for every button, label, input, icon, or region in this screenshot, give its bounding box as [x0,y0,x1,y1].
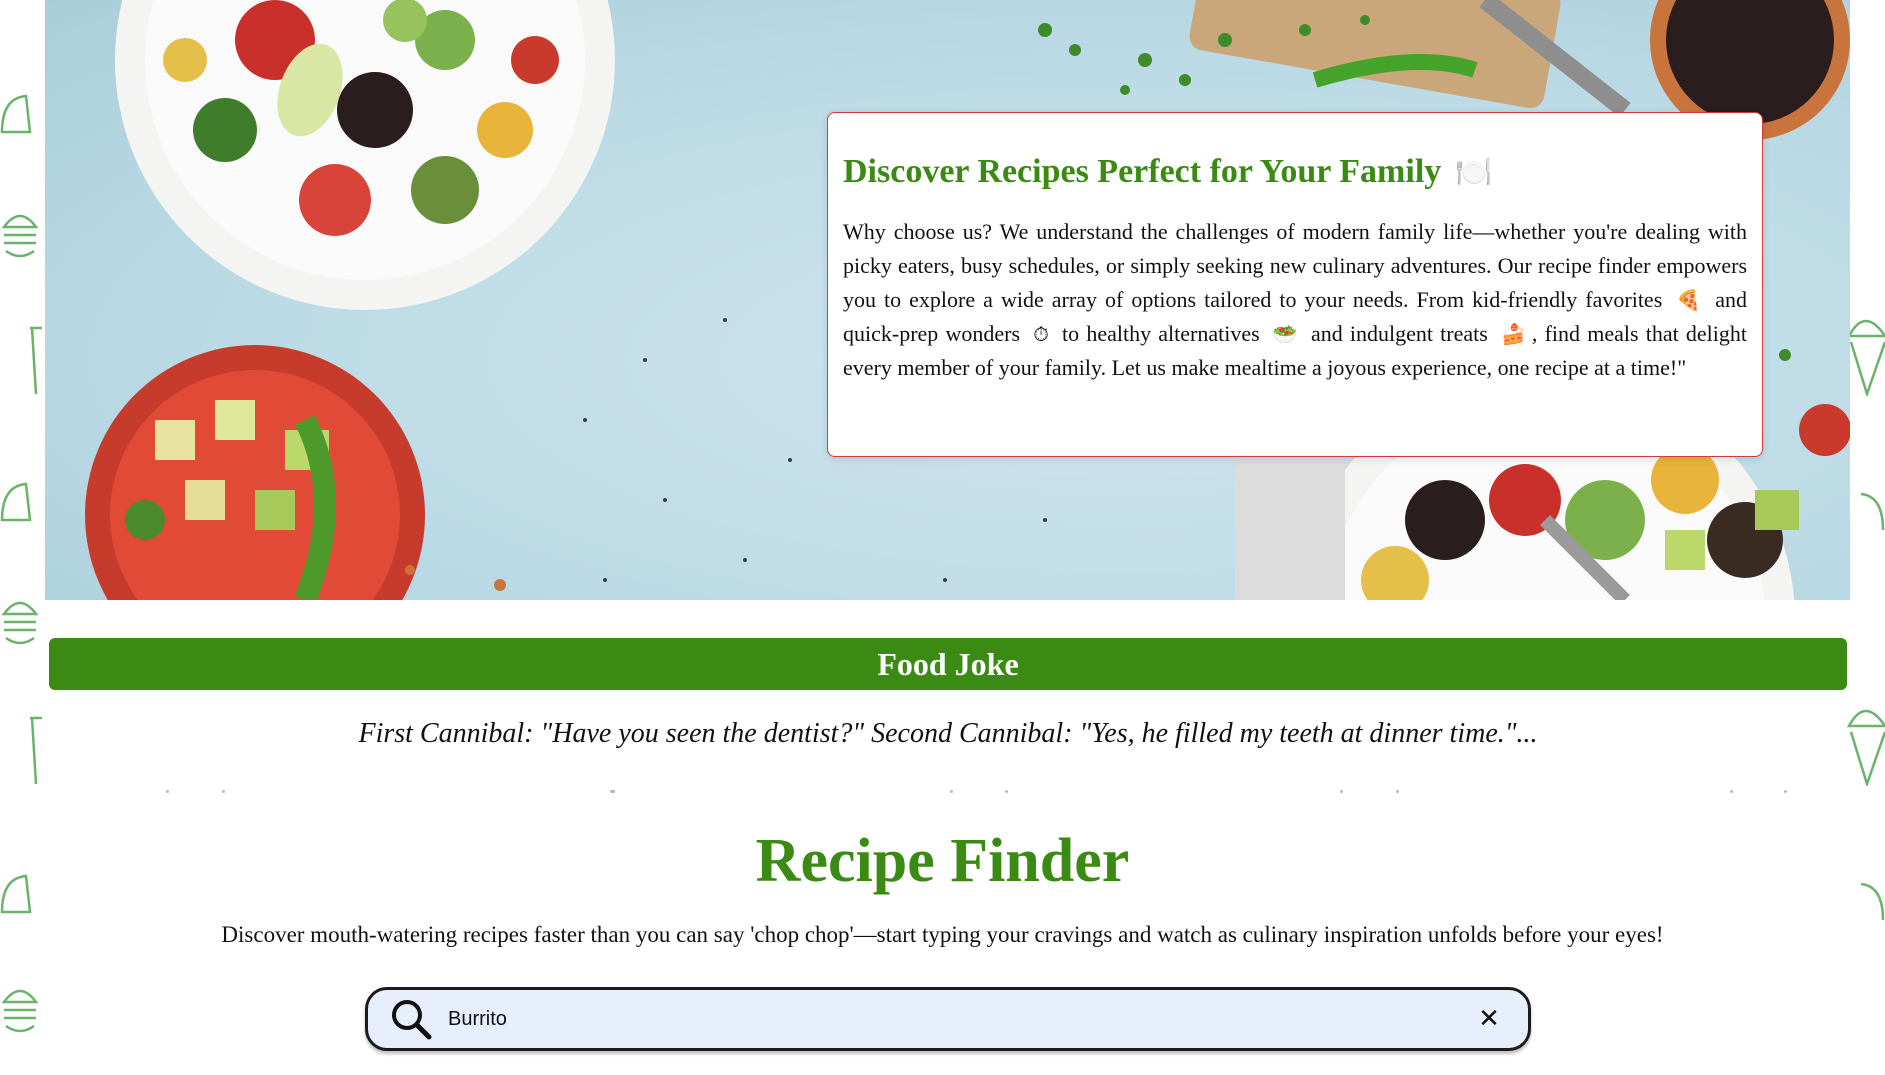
burger-icon [1,601,39,645]
intro-paragraph: Why choose us? We understand the challen… [843,215,1747,385]
salad-icon: 🥗 [1272,322,1298,346]
recipe-finder-title: Recipe Finder [755,827,1130,895]
stopwatch-icon: ⏱ [1033,322,1049,346]
taco-icon [1860,492,1885,531]
divider-dots [160,790,1800,794]
recipe-search-bar: ✕ [365,987,1531,1051]
food-joke-heading: Food Joke [877,645,1019,682]
cake-icon: 🍰 [1501,322,1526,346]
recipe-search-input[interactable] [448,990,1474,1048]
intro-title-text: Discover Recipes Perfect for Your Family [843,153,1442,190]
taco-icon [0,482,32,522]
ice-cream-icon [1846,319,1885,396]
intro-text-part: to healthy alternatives [1062,321,1260,346]
food-joke-text: First Cannibal: "Have you seen the denti… [358,718,1538,749]
intro-title: Discover Recipes Perfect for Your Family… [843,153,1747,191]
intro-text-part: Why choose us? We understand the challen… [843,219,1747,312]
taco-icon [0,94,32,134]
burger-icon [1,989,39,1033]
clear-search-icon[interactable]: ✕ [1474,1004,1504,1034]
cup-icon [30,326,42,395]
burger-icon [1,214,39,258]
plate-cutlery-icon: 🍽️ [1455,155,1493,189]
cup-icon [30,716,42,785]
food-joke-header: Food Joke [49,638,1847,690]
search-icon[interactable] [388,996,434,1042]
hero-banner: Discover Recipes Perfect for Your Family… [45,0,1850,600]
ice-cream-icon [1846,709,1885,786]
recipe-finder-subtitle: Discover mouth-watering recipes faster t… [221,922,1664,947]
intro-text-part: and indulgent treats [1310,321,1488,346]
intro-card: Discover Recipes Perfect for Your Family… [827,112,1763,457]
pizza-icon: 🍕 [1676,288,1702,312]
